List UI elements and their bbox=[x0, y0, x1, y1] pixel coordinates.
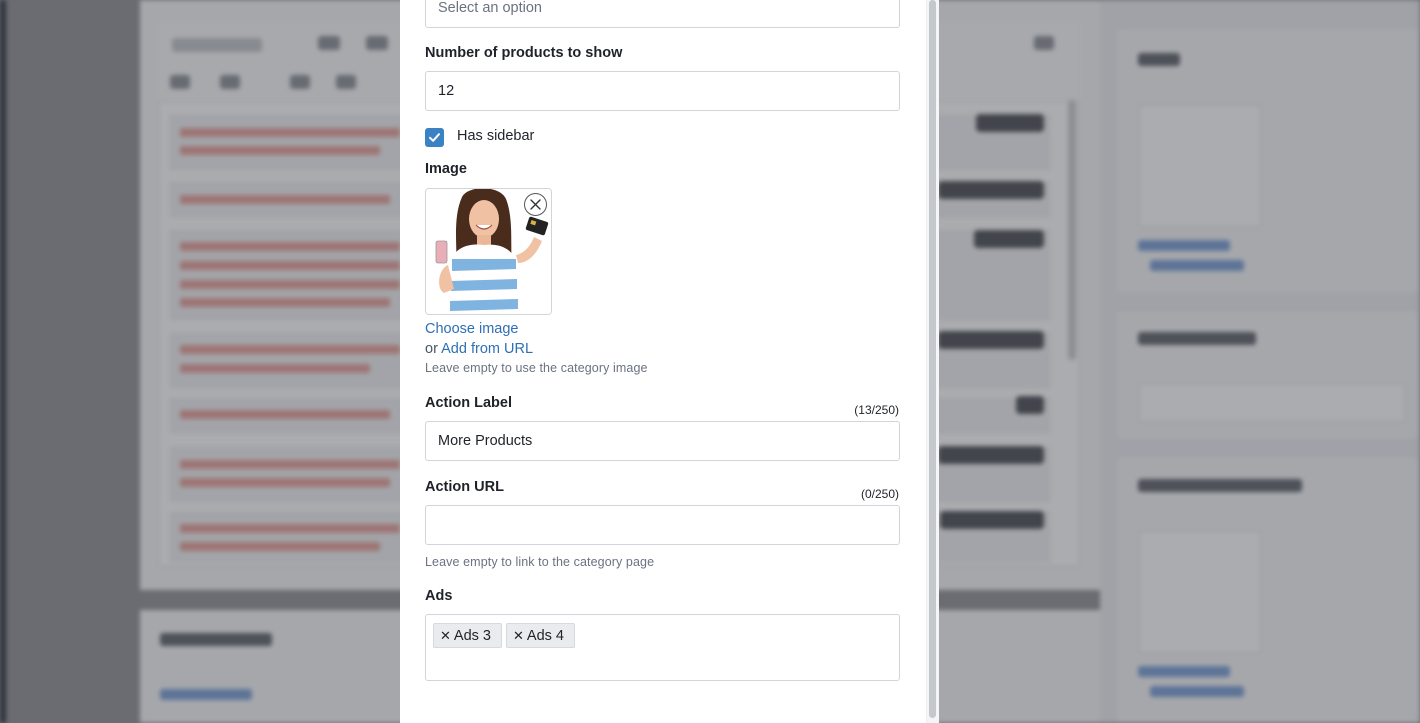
choose-image-link[interactable]: Choose image bbox=[425, 321, 519, 337]
products-count-value: 12 bbox=[438, 83, 455, 99]
category-select[interactable]: Select an option bbox=[425, 0, 900, 28]
ads-tag-label: Ads 3 bbox=[453, 628, 491, 644]
x-icon[interactable]: ✕ bbox=[440, 628, 451, 643]
action-label-label: Action Label bbox=[425, 395, 513, 411]
action-label-counter: (13/250) bbox=[854, 403, 899, 417]
add-from-url-row: or Add from URL bbox=[425, 341, 533, 357]
ads-tag[interactable]: ✕ Ads 3 bbox=[433, 623, 502, 648]
ads-multiselect[interactable]: ✕ Ads 3 ✕ Ads 4 bbox=[425, 614, 900, 681]
has-sidebar-label: Has sidebar bbox=[457, 128, 535, 144]
category-select-placeholder: Select an option bbox=[438, 0, 542, 16]
image-help-text: Leave empty to use the category image bbox=[425, 361, 648, 375]
modal-scrollbar-thumb[interactable] bbox=[929, 0, 936, 718]
or-text: or bbox=[425, 341, 438, 357]
action-url-input[interactable] bbox=[425, 505, 900, 545]
image-label: Image bbox=[425, 161, 467, 177]
action-label-input[interactable]: More Products bbox=[425, 421, 900, 461]
has-sidebar-checkbox[interactable] bbox=[425, 128, 444, 147]
close-icon bbox=[530, 199, 541, 210]
products-count-label: Number of products to show bbox=[425, 45, 623, 61]
add-from-url-link[interactable]: Add from URL bbox=[441, 341, 533, 357]
x-icon[interactable]: ✕ bbox=[513, 628, 524, 643]
ads-tag-label: Ads 4 bbox=[526, 628, 564, 644]
action-url-counter: (0/250) bbox=[860, 487, 899, 501]
action-label-value: More Products bbox=[438, 433, 533, 449]
products-count-input[interactable]: 12 bbox=[425, 71, 900, 111]
action-url-help-text: Leave empty to link to the category page bbox=[425, 555, 655, 569]
check-icon bbox=[429, 133, 440, 142]
ads-tag[interactable]: ✕ Ads 4 bbox=[506, 623, 575, 648]
action-url-label: Action URL bbox=[425, 479, 504, 495]
remove-image-button[interactable] bbox=[524, 193, 547, 216]
ads-label: Ads bbox=[425, 588, 453, 604]
